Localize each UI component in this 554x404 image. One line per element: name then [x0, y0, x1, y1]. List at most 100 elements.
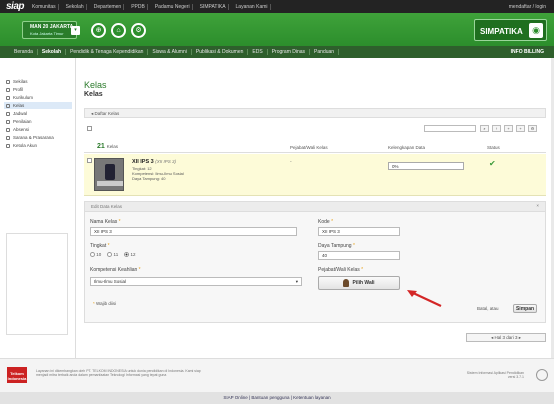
login-link[interactable]: mendaftar / login: [509, 4, 546, 10]
class-name[interactable]: XII IPS 3 (XII IPS 3): [132, 159, 176, 165]
required-mark: *: [352, 243, 355, 249]
kompetensi-label: Kompetensi Keahlian *: [90, 267, 141, 273]
sidebar-item-label: Penilaian: [13, 119, 32, 124]
required-mark: *: [138, 267, 141, 273]
siap-logo[interactable]: siap: [6, 1, 25, 12]
nama-kelas-input[interactable]: XII IPS 3: [90, 227, 297, 236]
wali-value: -: [290, 159, 292, 165]
edit-class-form: Edit Data Kelas × Nama Kelas * XII IPS 3 …: [84, 201, 546, 323]
footer-links[interactable]: SIAP Online | Bantuan pengguna | Ketentu…: [0, 392, 554, 404]
sidebar-item-label: Profil: [13, 87, 24, 92]
main-content: Kelas Kelas ◂ Daftar Kelas ⌕ ↑ + + ⚙ 21 …: [75, 58, 551, 358]
edit-form-header: Edit Data Kelas ×: [85, 202, 545, 212]
nav-eds[interactable]: EDS: [248, 49, 268, 55]
sidebar-item-profil[interactable]: Profil: [4, 86, 72, 93]
breadcrumb[interactable]: ◂ Daftar Kelas: [84, 108, 546, 118]
tingkat-label: Tingkat *: [90, 243, 110, 249]
school-settings-icon[interactable]: ⚙: [131, 23, 146, 38]
school-name: MAN 20 JAKARTA: [30, 24, 74, 30]
sidebar-item-sekilas[interactable]: Sekilas: [4, 78, 72, 85]
class-thumbnail: [94, 158, 124, 191]
tingkat-radio-12[interactable]: 12: [124, 252, 136, 258]
top-nav-sekolah[interactable]: Sekolah: [64, 4, 87, 10]
chevron-down-icon: ▾: [295, 279, 298, 284]
school-info-icon[interactable]: ⊕: [91, 23, 106, 38]
nav-siswa-alumni[interactable]: Siswa & Alumni: [148, 49, 192, 55]
sidebar-item-label: Jadwal: [13, 111, 28, 116]
nav-program-dinas[interactable]: Program Dinas: [268, 49, 311, 55]
nav-ptk[interactable]: Pendidik & Tenaga Kependidikan: [66, 49, 149, 55]
required-mark: *: [331, 219, 334, 225]
sidebar-item-label: Ketola Akun: [13, 143, 38, 148]
info-billing-link[interactable]: INFO BILLING: [511, 49, 544, 55]
tingkat-radio-10[interactable]: 10: [90, 252, 102, 258]
search-input[interactable]: [424, 125, 476, 132]
kompetensi-selected: Ilmu-Ilmu Sosial: [94, 279, 127, 284]
sidebar-item-penilaian[interactable]: Penilaian: [4, 118, 72, 125]
simpatika-button[interactable]: SIMPATIKA ◉: [474, 19, 547, 41]
kode-label: Kode *: [318, 219, 333, 225]
red-arrow-annotation: [407, 290, 442, 307]
person-icon: [343, 279, 350, 287]
sidebar-item-akun[interactable]: Ketola Akun: [4, 142, 72, 149]
kode-input[interactable]: XII IPS 3: [318, 227, 400, 236]
telkom-logo: Telkom Indonesia: [7, 367, 27, 383]
top-nav-padamu-negeri[interactable]: Padamu Negeri: [153, 4, 193, 10]
chevron-down-icon[interactable]: ▾: [71, 26, 80, 35]
up-icon[interactable]: ↑: [492, 125, 501, 132]
edit-form-title: Edit Data Kelas: [91, 204, 123, 209]
daya-tampung-input[interactable]: 40: [318, 251, 400, 260]
pagination[interactable]: ◂ Hal 3 dari 3 ▸: [466, 333, 546, 342]
top-nav-departemen[interactable]: Departemen: [92, 4, 125, 10]
daya-tampung-label: Daya Tampung *: [318, 243, 355, 249]
table-row[interactable]: XII IPS 3 (XII IPS 3) Tingkat: 12 Kompet…: [84, 154, 546, 196]
sidebar-panel: [6, 233, 68, 335]
top-nav-komunitas[interactable]: Komunitas: [30, 4, 59, 10]
profile-icon: [6, 87, 10, 92]
page-title: Kelas: [84, 80, 107, 90]
sidebar-item-label: Sarana & Prasarana: [13, 135, 54, 140]
table-header: 21 Kelas Pejabat/Wali Kelas Kelengkapan …: [84, 142, 546, 153]
batal-link[interactable]: Batal, atau: [477, 306, 499, 311]
class-count-number: 21: [97, 143, 105, 150]
attendance-icon: [6, 127, 10, 132]
nav-panduan[interactable]: Panduan: [310, 49, 340, 55]
close-icon[interactable]: ×: [536, 203, 539, 208]
page-subtitle: Kelas: [84, 91, 103, 98]
top-nav-ppdb[interactable]: PPDB: [129, 4, 148, 10]
radio-label: 10: [96, 252, 102, 257]
search-icon[interactable]: ⌕: [480, 125, 489, 132]
wali-label-text: Pejabat/Wali Kelas: [318, 267, 360, 273]
sidebar-item-label: Kurikulum: [13, 95, 34, 100]
kompetensi-label-text: Kompetensi Keahlian: [90, 267, 138, 273]
sidebar-item-jadwal[interactable]: Jadwal: [4, 110, 72, 117]
top-nav-simpatika[interactable]: SIMPATIKA: [198, 4, 229, 10]
tingkat-radio-11[interactable]: 11: [107, 252, 118, 258]
add-icon[interactable]: +: [504, 125, 513, 132]
sidebar-item-kurikulum[interactable]: Kurikulum: [4, 94, 72, 101]
nav-beranda[interactable]: Beranda: [10, 49, 38, 55]
kompetensi-select[interactable]: Ilmu-Ilmu Sosial ▾: [90, 277, 302, 286]
key-icon: [6, 143, 10, 148]
sidebar-item-sarana[interactable]: Sarana & Prasarana: [4, 134, 72, 141]
pilih-wali-button[interactable]: Pilih Wali: [318, 276, 400, 290]
top-nav-layanan-kami[interactable]: Layanan Kami: [234, 4, 271, 10]
top-nav: Komunitas Sekolah Departemen PPDB Padamu…: [30, 4, 271, 10]
add-more-icon[interactable]: +: [516, 125, 525, 132]
select-all-checkbox[interactable]: [87, 126, 92, 131]
grade-icon: [6, 119, 10, 124]
school-location: Kota Jakarta Timur: [30, 31, 64, 36]
save-button[interactable]: Simpan: [513, 304, 537, 313]
school-home-icon[interactable]: ⌂: [111, 23, 126, 38]
school-selector[interactable]: MAN 20 JAKARTA Kota Jakarta Timur ▾: [22, 21, 80, 39]
nav-sekolah[interactable]: Sekolah: [38, 49, 67, 55]
row-checkbox[interactable]: [87, 158, 92, 163]
class-name-alt: (XII IPS 3): [155, 159, 177, 164]
sidebar-item-kelas[interactable]: Kelas: [4, 102, 72, 109]
column-kelengkapan: Kelengkapan Data: [388, 145, 426, 150]
column-status: Status: [487, 145, 500, 150]
footer-text: Layanan ini dikembangkan oleh PT. TELKOM…: [36, 369, 201, 377]
sidebar-item-absensi[interactable]: Absensi: [4, 126, 72, 133]
settings-icon[interactable]: ⚙: [528, 125, 537, 132]
nav-publikasi[interactable]: Publikasi & Dokumen: [192, 49, 249, 55]
